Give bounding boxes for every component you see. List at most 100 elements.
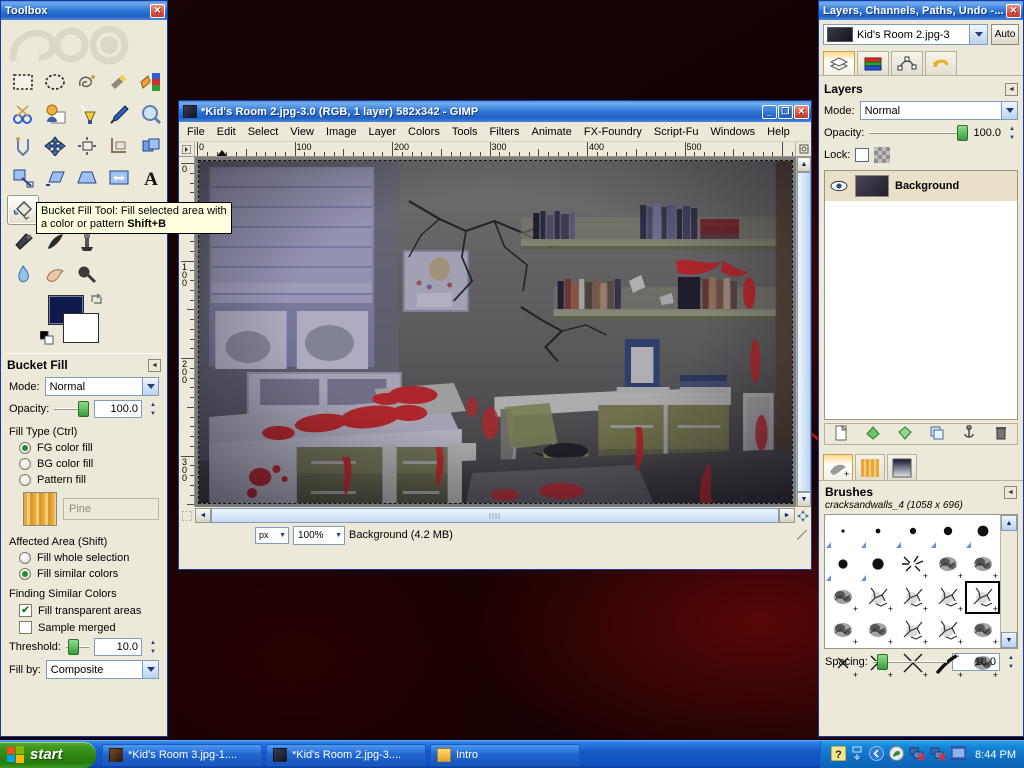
show-desktop-icon[interactable] [869, 745, 885, 764]
brush-grid[interactable]: + + + + + + + + + + + + + + + + + + [825, 515, 1000, 680]
select-by-color-tool[interactable] [135, 67, 167, 97]
brush-cell[interactable] [825, 548, 860, 581]
zoom-combo[interactable]: 100% ▼ [293, 525, 345, 545]
quick-mask-button[interactable] [179, 510, 195, 521]
move-tool[interactable] [39, 131, 71, 161]
media-icon[interactable] [889, 745, 905, 764]
network-connections-icon[interactable] [851, 746, 864, 764]
affected-whole-selection[interactable]: Fill whole selection [1, 550, 167, 566]
zoom-tool[interactable] [135, 99, 167, 129]
toolbox-titlebar[interactable]: Toolbox ✕ [1, 1, 167, 20]
gradients-tab[interactable] [887, 454, 917, 480]
flip-tool[interactable] [103, 163, 135, 193]
chevron-down-icon-image[interactable] [969, 25, 987, 44]
layer-opacity-spinner[interactable]: ▲ ▼ [1006, 124, 1018, 142]
sample-merged-row[interactable]: Sample merged [1, 619, 167, 636]
color-picker-tool[interactable] [103, 99, 135, 129]
dodge-burn-tool[interactable] [71, 259, 103, 289]
pattern-swatch[interactable] [23, 492, 57, 526]
perspective-tool[interactable] [71, 163, 103, 193]
radio-icon-pattern[interactable] [19, 474, 31, 486]
taskbar-button-kids-room-2[interactable]: *Kid's Room 2.jpg-3.... [266, 743, 426, 766]
table-row[interactable]: Background [825, 171, 1017, 201]
fill-type-fg[interactable]: FG color fill [1, 440, 167, 456]
alignment-tool[interactable] [71, 131, 103, 161]
brush-cell[interactable]: + [825, 614, 860, 647]
brush-grid-wrapper[interactable]: + + + + + + + + + + + + + + + + + + ▲ ▼ [824, 514, 1018, 680]
text-tool[interactable]: A [135, 163, 167, 193]
ellipse-select-tool[interactable] [39, 67, 71, 97]
brush-scroll-down-button[interactable]: ▼ [1001, 632, 1017, 648]
chevron-down-icon[interactable] [142, 378, 158, 395]
brush-cell[interactable] [860, 548, 895, 581]
opacity-spinner[interactable]: ▲ ▼ [147, 400, 159, 418]
menu-script-fu[interactable]: Script-Fu [648, 124, 705, 140]
close-button[interactable]: ✕ [794, 104, 809, 119]
brush-cell[interactable] [930, 515, 965, 548]
new-layer-icon[interactable] [834, 424, 848, 444]
menu-help[interactable]: Help [761, 124, 796, 140]
fill-by-combo[interactable]: Composite [45, 660, 159, 679]
auto-button[interactable]: Auto [991, 24, 1019, 45]
fill-type-pattern[interactable]: Pattern fill [1, 472, 167, 488]
radio-icon-fg[interactable] [19, 442, 31, 454]
brush-cell[interactable]: + [930, 614, 965, 647]
threshold-value[interactable]: 10.0 [94, 638, 142, 656]
vertical-scroll-thumb[interactable] [797, 172, 811, 492]
duplicate-layer-icon[interactable] [930, 426, 944, 443]
navigation-preview-button[interactable] [795, 509, 811, 522]
fill-transparent-row[interactable]: ✔ Fill transparent areas [1, 602, 167, 619]
spacing-spinner[interactable]: ▲ ▼ [1005, 653, 1017, 671]
brush-cell[interactable]: + [965, 581, 1000, 614]
shear-tool[interactable] [39, 163, 71, 193]
zoom-image-button[interactable] [795, 142, 811, 156]
layers-tab[interactable] [823, 51, 855, 75]
layer-opacity-value[interactable]: 100.0 [973, 127, 1001, 139]
brush-scroll-up-button[interactable]: ▲ [1001, 515, 1017, 531]
image-canvas[interactable] [198, 160, 793, 504]
image-combo[interactable]: Kid's Room 2.jpg-3 [823, 24, 988, 45]
scroll-left-button[interactable]: ◄ [195, 508, 211, 523]
help-icon[interactable]: ? [830, 745, 847, 764]
brush-cell[interactable]: + [895, 548, 930, 581]
brush-cell[interactable]: + [825, 647, 860, 680]
delete-layer-icon[interactable] [994, 425, 1008, 444]
scroll-right-button[interactable]: ► [779, 508, 795, 523]
horizontal-ruler[interactable]: 0 100 200 300 400 500 [179, 142, 811, 157]
taskbar-button-intro[interactable]: Intro [430, 743, 580, 766]
measure-tool[interactable] [7, 131, 39, 161]
network-disconnected-icon[interactable] [909, 746, 925, 764]
bucket-fill-tool[interactable] [7, 195, 39, 225]
menu-colors[interactable]: Colors [402, 124, 446, 140]
brush-cell[interactable] [895, 515, 930, 548]
brush-scrollbar[interactable]: ▲ ▼ [1000, 515, 1017, 648]
menu-view[interactable]: View [284, 124, 320, 140]
smudge-tool[interactable] [39, 259, 71, 289]
crop-tool[interactable] [103, 131, 135, 161]
fill-type-bg[interactable]: BG color fill [1, 456, 167, 472]
chevron-down-icon-fillby[interactable] [142, 661, 158, 678]
menu-edit[interactable]: Edit [211, 124, 242, 140]
menu-tools[interactable]: Tools [446, 124, 484, 140]
menu-layer[interactable]: Layer [363, 124, 403, 140]
brush-cell[interactable]: + [965, 647, 1000, 680]
layer-opacity-slider[interactable] [869, 125, 969, 141]
radio-icon-similar-colors[interactable] [19, 568, 31, 580]
layer-mode-combo[interactable]: Normal [859, 101, 1018, 120]
brush-cell[interactable] [965, 515, 1000, 548]
mode-combo[interactable]: Normal [44, 377, 159, 396]
menu-select[interactable]: Select [242, 124, 285, 140]
canvas-viewport[interactable] [195, 157, 796, 507]
background-color-swatch[interactable] [63, 313, 99, 343]
raise-layer-icon[interactable] [866, 425, 880, 443]
brush-cell[interactable]: + [825, 581, 860, 614]
minimize-button[interactable]: _ [762, 104, 777, 119]
brush-cell[interactable]: + [965, 548, 1000, 581]
layer-list[interactable]: Background [824, 170, 1018, 420]
opacity-value[interactable]: 100.0 [94, 400, 142, 418]
menu-animate[interactable]: Animate [525, 124, 577, 140]
menu-filters[interactable]: Filters [484, 124, 526, 140]
scale-tool[interactable] [7, 163, 39, 193]
start-button[interactable]: start [0, 741, 96, 768]
brush-cell[interactable]: + [860, 581, 895, 614]
